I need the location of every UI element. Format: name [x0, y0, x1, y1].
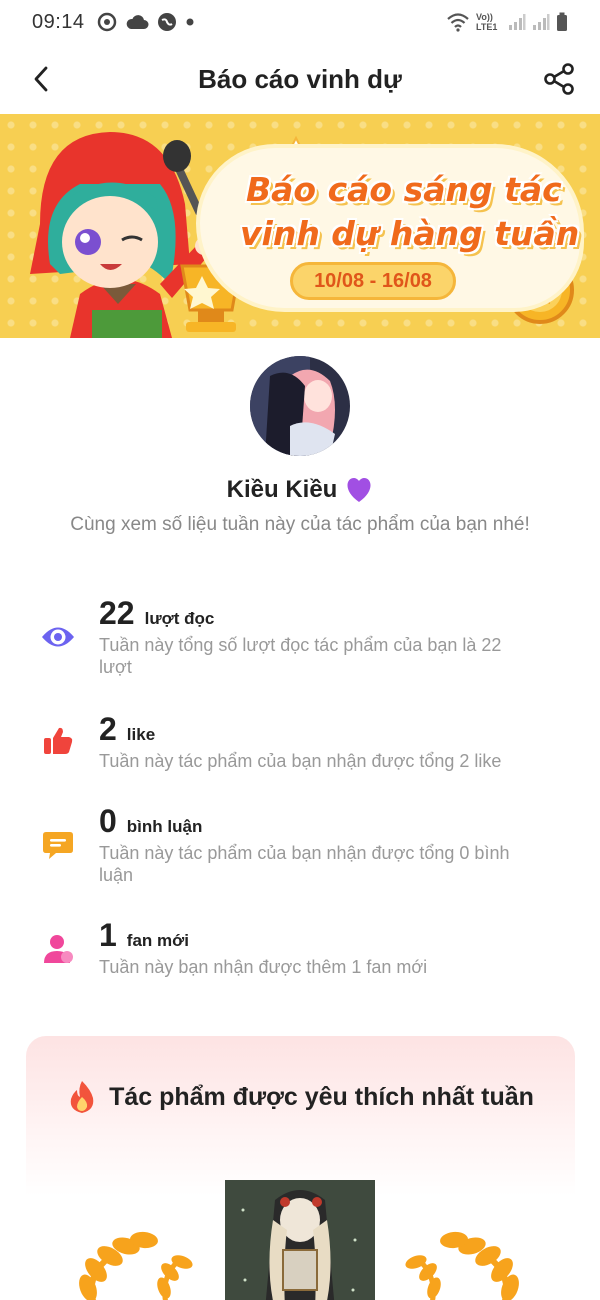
new-fan-icon: [38, 929, 78, 969]
banner-title-line-1: Báo cáo sáng tác: [246, 170, 562, 209]
avatar[interactable]: [250, 356, 350, 456]
browser-icon: [157, 13, 176, 31]
sync-icon: [97, 12, 116, 32]
stat-unit: like: [126, 725, 156, 744]
favorite-work-card: Tác phẩm được yêu thích nhất tuần: [26, 1036, 575, 1300]
cloud-icon: [126, 15, 149, 29]
stat-description: Tuần này tác phẩm của bạn nhận được tổng…: [99, 751, 502, 771]
favorite-card-title: Tác phẩm được yêu thích nhất tuần: [109, 1082, 534, 1111]
stat-value: 1: [99, 917, 117, 953]
stat-unit: lượt đọc: [144, 609, 215, 628]
stat-description: Tuần này tổng số lượt đọc tác phẩm của b…: [99, 635, 502, 677]
purple-heart-icon: [347, 478, 371, 502]
top-navigation-bar: Báo cáo vinh dự: [0, 44, 600, 114]
dot-icon: [186, 18, 194, 26]
signal-icon-2: [533, 14, 550, 30]
status-bar: 09:14 Vo)) LTE1: [0, 0, 600, 44]
page-title: Báo cáo vinh dự: [198, 63, 402, 94]
stat-value: 0: [99, 803, 117, 839]
battery-icon: [557, 12, 567, 31]
favorite-card-header: Tác phẩm được yêu thích nhất tuần: [26, 1080, 575, 1114]
status-time: 09:14: [32, 10, 85, 33]
share-button[interactable]: [540, 60, 578, 98]
network-label: Vo)) LTE1: [476, 12, 498, 32]
back-button[interactable]: [24, 62, 58, 96]
cover-image: [225, 1180, 375, 1300]
banner-date-range: 10/08 - 16/08: [290, 262, 456, 300]
banner-title-line-2: vinh dự hàng tuần: [240, 214, 580, 253]
signal-icon: [509, 14, 526, 30]
profile-name: Kiều Kiều: [226, 476, 338, 503]
share-icon: [544, 63, 574, 95]
favorite-work-cover[interactable]: [225, 1180, 375, 1300]
status-notification-icons: [97, 12, 195, 32]
status-system-icons: Vo)) LTE1: [446, 12, 568, 32]
stat-value: 22: [99, 595, 135, 631]
stat-unit: bình luận: [126, 817, 203, 836]
profile-name-row: Kiều Kiều: [0, 476, 600, 504]
thumbs-up-icon: [38, 721, 78, 761]
laurel-left-icon: [79, 1231, 193, 1300]
wifi-icon: [447, 13, 469, 32]
stat-value: 2: [99, 711, 117, 747]
eye-icon: [38, 617, 78, 657]
stat-unit: fan mới: [126, 931, 189, 950]
comment-icon: [38, 825, 78, 865]
stat-description: Tuần này tác phẩm của bạn nhận được tổng…: [99, 843, 510, 885]
fire-icon: [70, 1081, 94, 1113]
weekly-honor-banner: Báo cáo sáng tác vinh dự hàng tuần 10/08…: [0, 114, 600, 338]
avatar-image: [250, 356, 350, 456]
profile-section: Kiều Kiều Cùng xem số liệu tuần này của …: [0, 356, 600, 536]
laurel-right-icon: [405, 1231, 519, 1300]
chevron-left-icon: [34, 66, 48, 92]
stat-description: Tuần này bạn nhận được thêm 1 fan mới: [99, 957, 428, 977]
profile-subtitle: Cùng xem số liệu tuần này của tác phẩm c…: [70, 514, 530, 535]
